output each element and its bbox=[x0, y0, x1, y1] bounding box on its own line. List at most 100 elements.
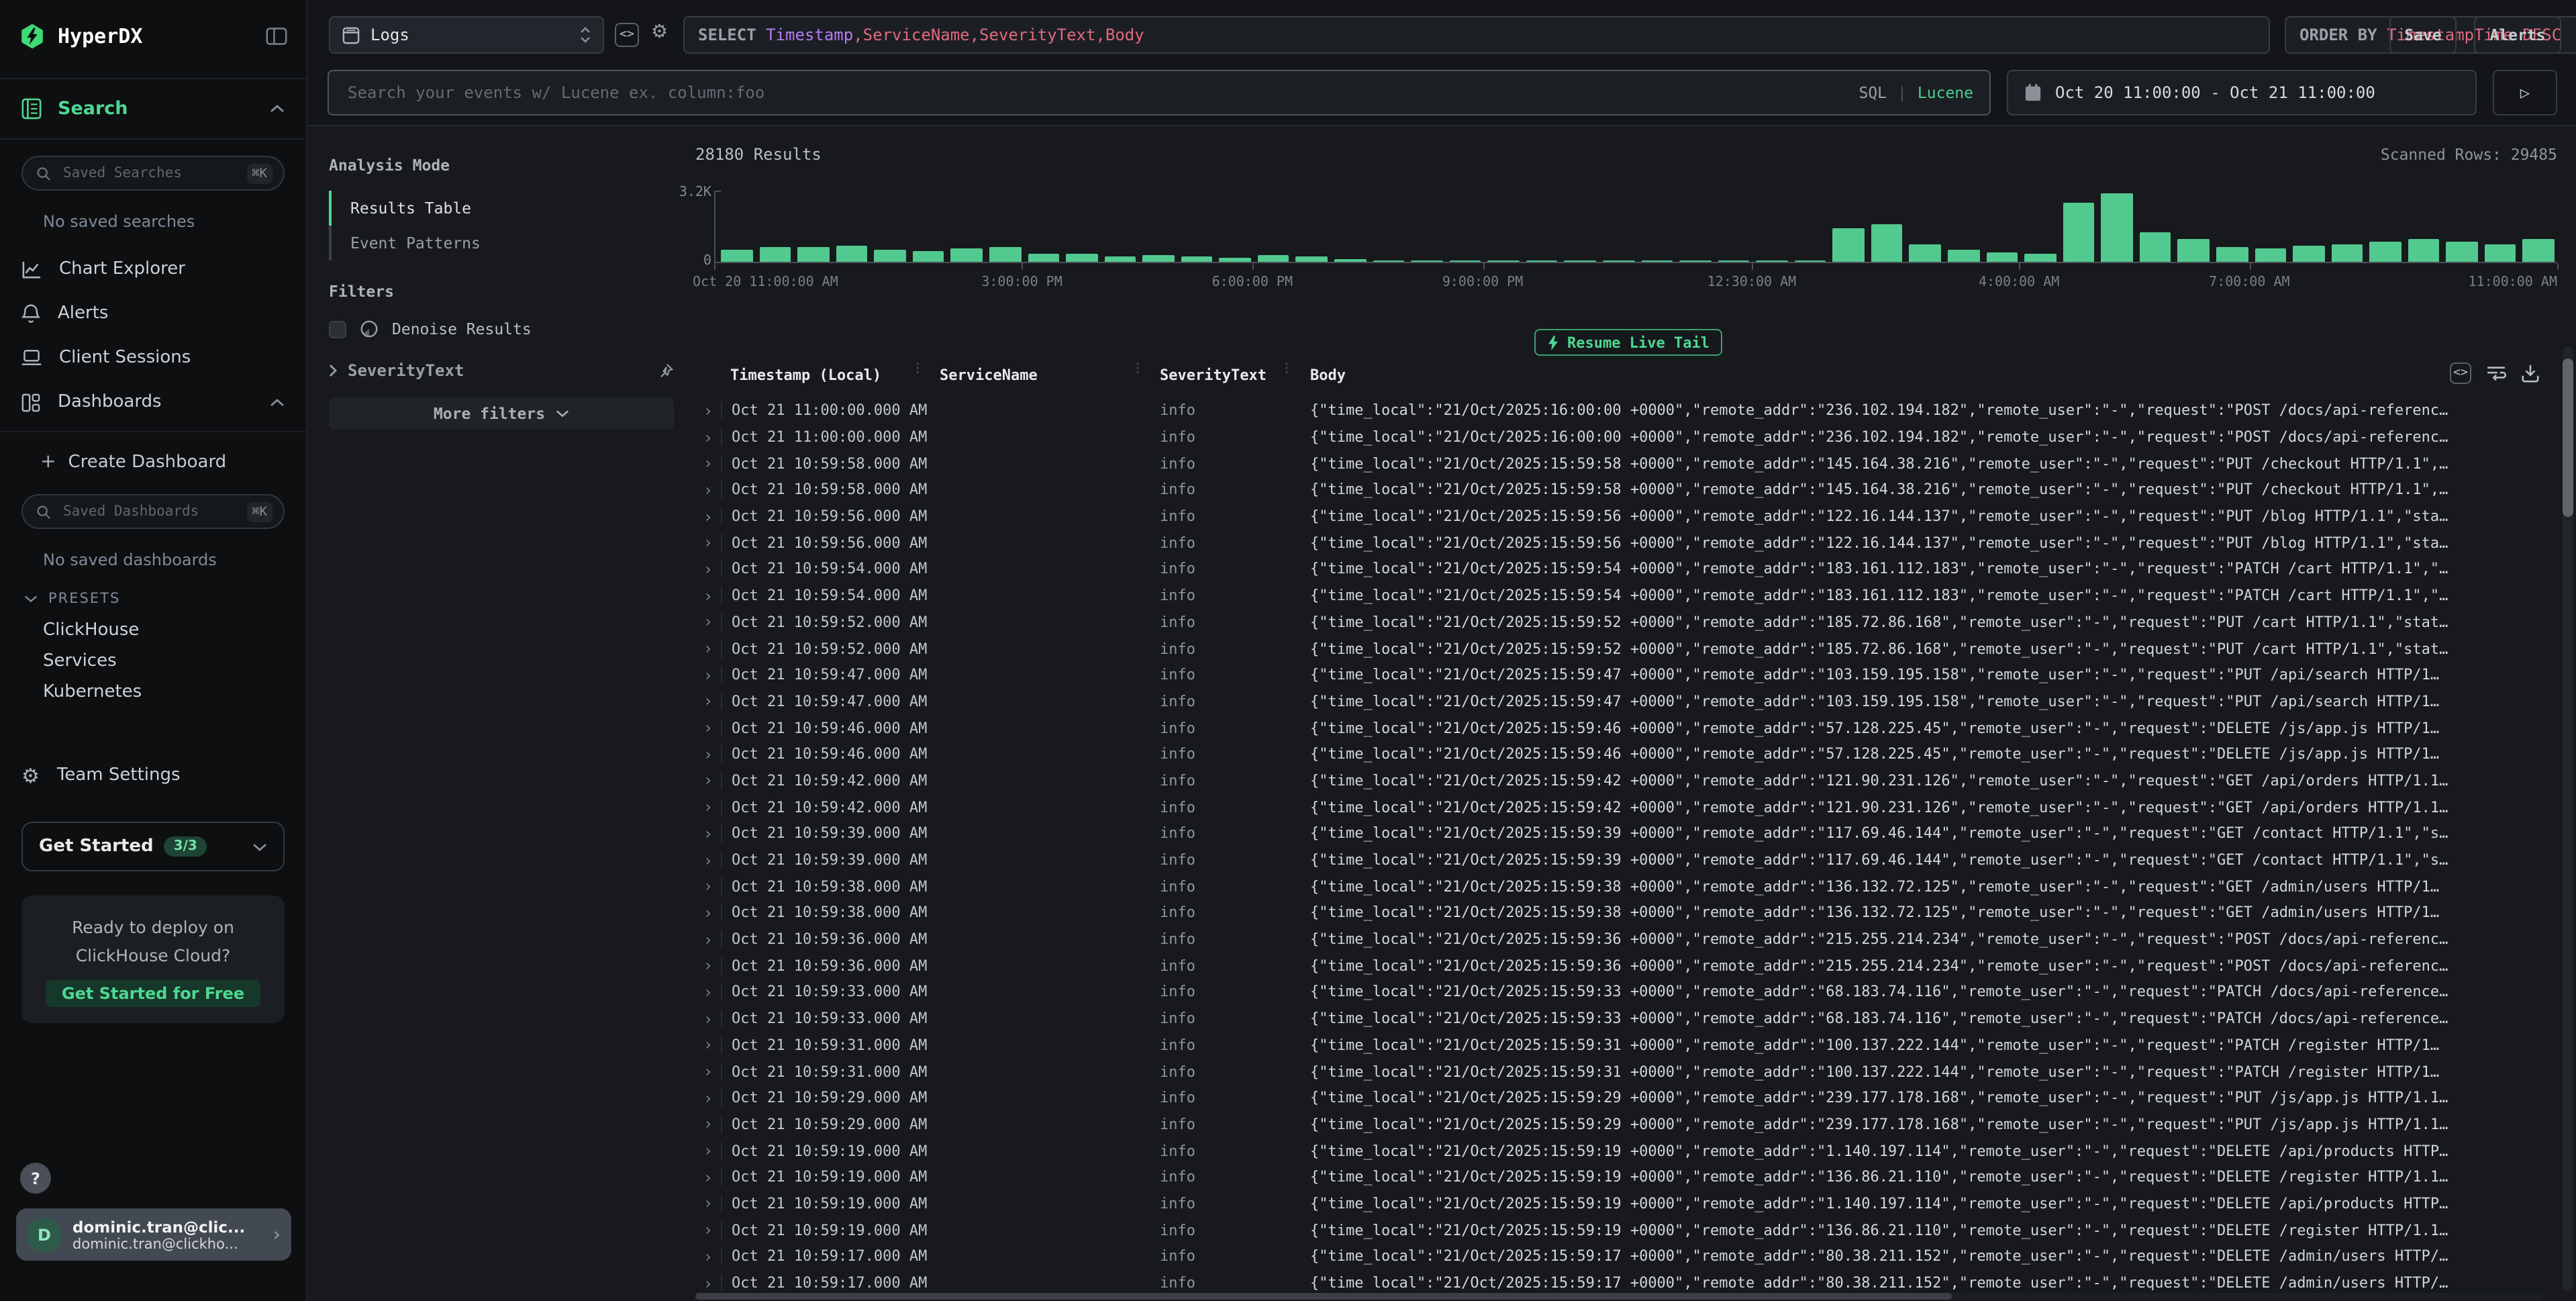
histogram-bar[interactable] bbox=[2293, 246, 2324, 262]
lucene-mode-toggle[interactable]: Lucene bbox=[1918, 83, 1973, 102]
histogram-bar[interactable] bbox=[2446, 242, 2478, 262]
histogram-bar[interactable] bbox=[2369, 242, 2401, 262]
table-row[interactable]: ›Oct 21 10:59:33.000 AMinfo{"time_local"… bbox=[695, 1006, 2542, 1032]
table-row[interactable]: ›Oct 21 10:59:29.000 AMinfo{"time_local"… bbox=[695, 1085, 2542, 1111]
vertical-scrollbar[interactable] bbox=[2563, 346, 2573, 1292]
histogram-bar[interactable] bbox=[1641, 260, 1673, 262]
histogram-bar[interactable] bbox=[1986, 252, 2018, 262]
histogram-bar[interactable] bbox=[2063, 202, 2094, 262]
histogram-bar[interactable] bbox=[1411, 260, 1442, 262]
more-filters-button[interactable]: More filters bbox=[329, 397, 674, 430]
table-row[interactable]: ›Oct 21 10:59:54.000 AMinfo{"time_local"… bbox=[695, 583, 2542, 609]
histogram-bar[interactable] bbox=[1910, 244, 1941, 262]
histogram-bar[interactable] bbox=[1718, 260, 1749, 262]
pin-icon[interactable] bbox=[656, 362, 674, 379]
resume-live-tail-button[interactable]: Resume Live Tail bbox=[1534, 329, 1723, 356]
table-row[interactable]: ›Oct 21 10:59:56.000 AMinfo{"time_local"… bbox=[695, 530, 2542, 556]
tab-results-table[interactable]: Results Table bbox=[329, 191, 674, 226]
histogram-bar[interactable] bbox=[1756, 260, 1787, 262]
create-dashboard-button[interactable]: + Create Dashboard bbox=[21, 440, 285, 483]
download-icon[interactable] bbox=[2521, 364, 2540, 383]
histogram-bar[interactable] bbox=[1220, 258, 1251, 262]
table-row[interactable]: ›Oct 21 10:59:33.000 AMinfo{"time_local"… bbox=[695, 979, 2542, 1005]
histogram-bar[interactable] bbox=[797, 247, 829, 262]
col-header-severitytext[interactable]: SeverityText⋮ bbox=[1148, 363, 1297, 388]
table-row[interactable]: ›Oct 21 10:59:36.000 AMinfo{"time_local"… bbox=[695, 953, 2542, 979]
saved-dashboards-input[interactable]: ⌘K bbox=[21, 494, 285, 529]
table-row[interactable]: ›Oct 21 10:59:39.000 AMinfo{"time_local"… bbox=[695, 820, 2542, 847]
col-header-servicename[interactable]: ServiceName⋮ bbox=[928, 363, 1148, 388]
table-row[interactable]: ›Oct 21 10:59:52.000 AMinfo{"time_local"… bbox=[695, 635, 2542, 661]
saved-dashboards-field[interactable] bbox=[60, 502, 237, 521]
get-started-free-button[interactable]: Get Started for Free bbox=[46, 980, 260, 1007]
table-row[interactable]: ›Oct 21 10:59:54.000 AMinfo{"time_local"… bbox=[695, 556, 2542, 582]
table-row[interactable]: ›Oct 21 10:59:17.000 AMinfo{"time_local"… bbox=[695, 1269, 2542, 1290]
histogram-bar[interactable] bbox=[1449, 260, 1481, 262]
save-button[interactable]: Save bbox=[2389, 16, 2457, 54]
histogram-bar[interactable] bbox=[2178, 239, 2210, 262]
histogram-bar[interactable] bbox=[1142, 254, 1174, 262]
column-resize-handle[interactable]: ⋮ bbox=[1132, 367, 1144, 372]
sql-editor-icon[interactable]: <> bbox=[615, 23, 639, 47]
sidebar-item-alerts[interactable]: Alerts bbox=[21, 291, 285, 336]
gear-icon[interactable]: ⚙ bbox=[651, 21, 668, 43]
search-input[interactable] bbox=[345, 82, 1845, 103]
tab-event-patterns[interactable]: Event Patterns bbox=[329, 226, 674, 260]
histogram-bar[interactable] bbox=[1603, 260, 1634, 262]
histogram-bar[interactable] bbox=[1526, 260, 1558, 262]
histogram-bar[interactable] bbox=[1488, 260, 1520, 262]
histogram-bar[interactable] bbox=[1871, 225, 1903, 262]
table-row[interactable]: ›Oct 21 10:59:38.000 AMinfo{"time_local"… bbox=[695, 873, 2542, 900]
facet-severitytext[interactable]: SeverityText bbox=[329, 361, 674, 380]
histogram-bar[interactable] bbox=[1334, 258, 1366, 262]
table-row[interactable]: ›Oct 21 10:59:36.000 AMinfo{"time_local"… bbox=[695, 926, 2542, 953]
column-resize-handle[interactable]: ⋮ bbox=[911, 367, 924, 372]
table-row[interactable]: ›Oct 21 10:59:46.000 AMinfo{"time_local"… bbox=[695, 741, 2542, 767]
presets-toggle[interactable]: PRESETS bbox=[24, 591, 285, 607]
sidebar-item-kubernetes[interactable]: Kubernetes bbox=[21, 677, 285, 708]
sidebar-item-clickhouse[interactable]: ClickHouse bbox=[21, 615, 285, 646]
histogram-bar[interactable] bbox=[1833, 228, 1865, 262]
saved-searches-field[interactable] bbox=[60, 164, 237, 183]
histogram-bar[interactable] bbox=[2523, 239, 2555, 262]
table-row[interactable]: ›Oct 21 10:59:46.000 AMinfo{"time_local"… bbox=[695, 715, 2542, 741]
table-row[interactable]: ›Oct 21 10:59:47.000 AMinfo{"time_local"… bbox=[695, 688, 2542, 714]
histogram-bar[interactable] bbox=[2255, 248, 2286, 262]
table-row[interactable]: ›Oct 21 10:59:42.000 AMinfo{"time_local"… bbox=[695, 794, 2542, 820]
histogram-bar[interactable] bbox=[1948, 249, 1979, 262]
view-sql-icon[interactable]: <> bbox=[2450, 363, 2471, 384]
sidebar-item-chart-explorer[interactable]: Chart Explorer bbox=[21, 247, 285, 291]
histogram-bar[interactable] bbox=[759, 247, 791, 262]
histogram-bar[interactable] bbox=[2331, 244, 2363, 262]
sidebar-item-dashboards[interactable]: Dashboards bbox=[21, 380, 285, 424]
histogram-bar[interactable] bbox=[1258, 255, 1289, 262]
histogram-bar[interactable] bbox=[2140, 232, 2171, 262]
column-resize-handle[interactable]: ⋮ bbox=[1281, 367, 1293, 372]
histogram-bar[interactable] bbox=[836, 246, 867, 262]
histogram-bar[interactable] bbox=[2101, 193, 2133, 262]
sql-mode-toggle[interactable]: SQL bbox=[1859, 83, 1887, 102]
table-row[interactable]: ›Oct 21 10:59:31.000 AMinfo{"time_local"… bbox=[695, 1032, 2542, 1058]
histogram-bar[interactable] bbox=[1104, 256, 1136, 262]
saved-searches-input[interactable]: ⌘K bbox=[21, 156, 285, 191]
histogram-bar[interactable] bbox=[1373, 260, 1404, 262]
histogram-bar[interactable] bbox=[1028, 254, 1059, 262]
histogram-bar[interactable] bbox=[913, 251, 944, 262]
histogram-bar[interactable] bbox=[875, 250, 906, 262]
histogram-bar[interactable] bbox=[2216, 248, 2248, 262]
histogram-bar[interactable] bbox=[2408, 240, 2440, 262]
sidebar-item-search[interactable]: Search bbox=[0, 78, 306, 140]
source-select[interactable]: Logs bbox=[329, 16, 604, 54]
histogram-bar[interactable] bbox=[721, 249, 752, 262]
histogram-bar[interactable] bbox=[2485, 244, 2516, 262]
col-header-body[interactable]: Body bbox=[1297, 363, 2542, 388]
table-row[interactable]: ›Oct 21 10:59:38.000 AMinfo{"time_local"… bbox=[695, 900, 2542, 926]
alerts-button[interactable]: Alerts bbox=[2474, 16, 2561, 54]
histogram-bar[interactable] bbox=[1296, 256, 1328, 262]
sidebar-item-client-sessions[interactable]: Client Sessions bbox=[21, 336, 285, 380]
date-range-picker[interactable]: Oct 20 11:00:00 - Oct 21 11:00:00 bbox=[2007, 70, 2477, 115]
table-row[interactable]: ›Oct 21 10:59:42.000 AMinfo{"time_local"… bbox=[695, 767, 2542, 793]
table-row[interactable]: ›Oct 21 10:59:19.000 AMinfo{"time_local"… bbox=[695, 1164, 2542, 1190]
user-menu[interactable]: D dominic.tran@clic... dominic.tran@clic… bbox=[16, 1208, 291, 1261]
histogram-bar[interactable] bbox=[1795, 260, 1826, 262]
